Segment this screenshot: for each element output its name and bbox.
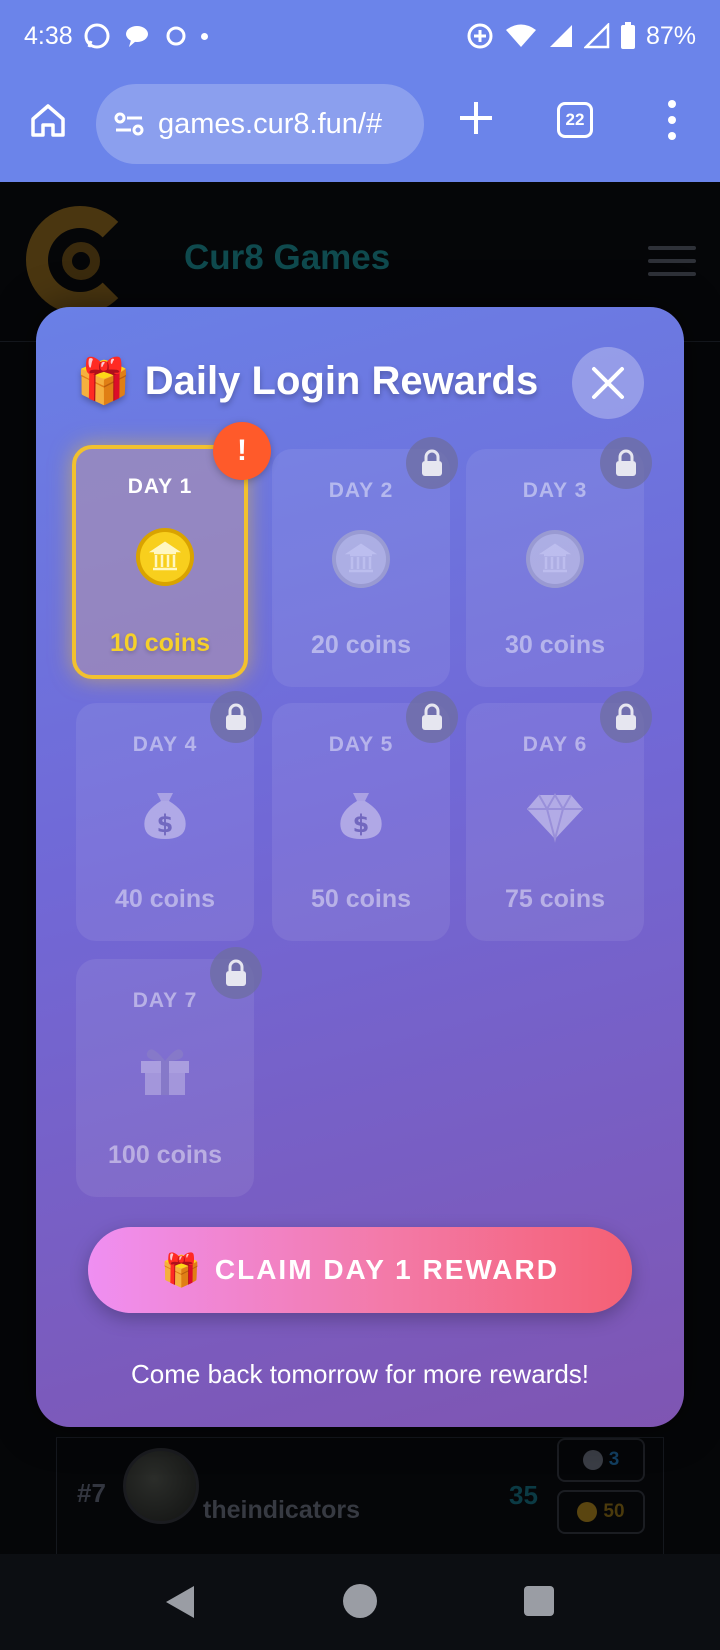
lock-icon — [226, 959, 246, 986]
whatsapp-icon — [84, 23, 110, 49]
lock-icon — [616, 703, 636, 730]
home-icon[interactable] — [28, 100, 68, 140]
money-bag-icon: $ — [144, 793, 186, 839]
tab-switcher-button[interactable]: 22 — [557, 102, 593, 138]
signal-icon — [549, 25, 572, 47]
coins-label: 40 coins — [114, 885, 216, 913]
battery-percent: 87% — [645, 21, 696, 50]
lock-icon — [422, 449, 442, 476]
lock-badge — [406, 437, 458, 489]
money-bag-icon: $ — [340, 793, 382, 839]
gift-icon: 🎁 — [161, 1252, 201, 1288]
close-button[interactable] — [572, 347, 644, 419]
modal-title: 🎁 Daily Login Rewards — [76, 355, 538, 407]
claim-reward-button[interactable]: 🎁 CLAIM DAY 1 REWARD — [88, 1227, 632, 1313]
lock-icon — [226, 703, 246, 730]
lock-badge — [600, 691, 652, 743]
url-text: games.cur8.fun/# — [158, 107, 383, 140]
leaderboard-score: 35 — [509, 1480, 538, 1510]
coin-icon — [577, 1502, 598, 1522]
alert-badge: ! — [213, 422, 271, 480]
coins-label: 10 coins — [109, 629, 211, 657]
lock-icon — [422, 703, 442, 730]
coins-label: 50 coins — [310, 885, 412, 913]
signal-2-icon — [583, 23, 610, 49]
gift-icon: 🎁 — [76, 357, 131, 406]
leaderboard-username: theindicators — [203, 1496, 360, 1524]
modal-footer-text: Come back tomorrow for more rewards! — [130, 1359, 590, 1389]
status-time: 4:38 — [24, 21, 73, 50]
coins-label: 100 coins — [108, 1141, 222, 1169]
steem-icon — [582, 1450, 603, 1470]
lock-badge — [406, 691, 458, 743]
coins-label: 20 coins — [310, 631, 412, 659]
notification-dot — [200, 32, 208, 40]
lock-badge — [600, 437, 652, 489]
site-settings-icon[interactable] — [114, 111, 144, 137]
close-icon — [592, 367, 624, 399]
leaderboard-row: #7 theindicators 35 3 50 — [56, 1437, 664, 1554]
silver-coin-icon — [526, 530, 584, 588]
coins-label: 30 coins — [504, 631, 606, 659]
battery-icon — [620, 22, 635, 49]
avatar — [123, 1448, 199, 1524]
svg-text:$: $ — [353, 810, 370, 838]
url-bar[interactable]: games.cur8.fun/# — [96, 84, 424, 164]
reward-card-day-1[interactable]: DAY 1 10 coins — [72, 445, 248, 679]
claim-reward-label: CLAIM DAY 1 REWARD — [214, 1254, 559, 1285]
wifi-icon — [505, 24, 536, 47]
coins-chip: 50 — [557, 1490, 645, 1534]
sync-icon — [166, 26, 186, 46]
system-nav-bar — [0, 1554, 720, 1650]
steem-chip: 3 — [557, 1438, 645, 1482]
more-menu-icon[interactable] — [662, 98, 682, 142]
hamburger-menu-icon[interactable] — [648, 246, 696, 276]
modal-title-text: Daily Login Rewards — [144, 358, 539, 403]
lock-badge — [210, 947, 262, 999]
browser-toolbar: games.cur8.fun/# 22 — [0, 72, 720, 182]
chat-icon — [125, 26, 148, 47]
home-nav-icon[interactable] — [343, 1584, 377, 1618]
gift-icon — [141, 1049, 189, 1095]
data-saver-icon — [467, 23, 493, 49]
site-title: Cur8 Games — [184, 238, 391, 277]
lock-badge — [210, 691, 262, 743]
status-bar: 4:38 87% — [0, 0, 720, 72]
back-icon[interactable] — [166, 1586, 194, 1618]
silver-coin-icon — [332, 530, 390, 588]
recent-apps-icon[interactable] — [524, 1586, 554, 1616]
daily-rewards-modal: 🎁 Daily Login Rewards DAY 1 10 coins ! D… — [36, 307, 684, 1427]
gem-icon — [527, 792, 583, 843]
new-tab-icon[interactable] — [456, 98, 496, 138]
svg-text:$: $ — [157, 810, 174, 838]
day-label: DAY 1 — [127, 475, 193, 498]
gold-coin-icon — [136, 528, 194, 586]
lock-icon — [616, 449, 636, 476]
leaderboard-rank: #7 — [77, 1478, 106, 1508]
coins-label: 75 coins — [504, 885, 606, 913]
